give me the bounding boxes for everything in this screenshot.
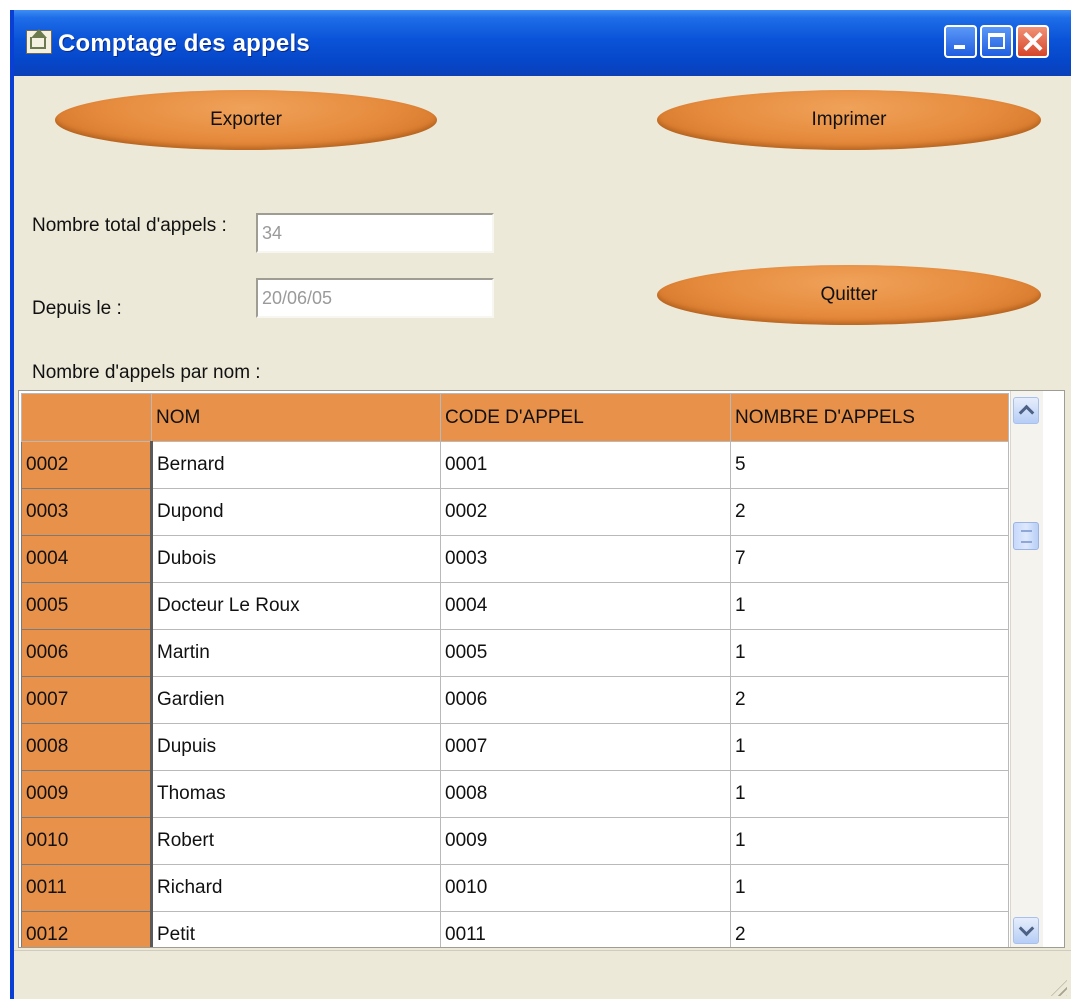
- call-code-cell[interactable]: 0011: [440, 911, 731, 947]
- column-header-call-code[interactable]: CODE D'APPEL: [440, 393, 731, 442]
- call-code-cell[interactable]: 0008: [440, 770, 731, 818]
- call-count-cell[interactable]: 1: [730, 864, 1009, 912]
- name-cell[interactable]: Dupond: [151, 488, 441, 536]
- calls-grid[interactable]: NOM CODE D'APPEL NOMBRE D'APPELS 0002 Be…: [18, 390, 1065, 948]
- call-count-cell[interactable]: 2: [730, 676, 1009, 724]
- call-count-cell[interactable]: 1: [730, 770, 1009, 818]
- table-row[interactable]: 0010 Robert 0009 1: [21, 817, 1009, 865]
- resize-grip-icon[interactable]: [1051, 980, 1067, 996]
- column-header-call-count[interactable]: NOMBRE D'APPELS: [730, 393, 1009, 442]
- row-id-cell[interactable]: 0007: [21, 676, 153, 724]
- call-count-cell[interactable]: 5: [730, 441, 1009, 489]
- name-cell[interactable]: Bernard: [151, 441, 441, 489]
- export-button[interactable]: Exporter: [55, 90, 437, 150]
- scroll-down-icon[interactable]: [1013, 917, 1039, 944]
- header-row: NOM CODE D'APPEL NOMBRE D'APPELS: [21, 393, 1009, 442]
- home-icon: [26, 29, 52, 54]
- total-calls-label: Nombre total d'appels :: [32, 215, 227, 236]
- scroll-up-icon[interactable]: [1013, 397, 1039, 424]
- column-header-row-id[interactable]: [21, 393, 152, 442]
- maximize-button[interactable]: [980, 25, 1013, 58]
- table-row[interactable]: 0009 Thomas 0008 1: [21, 770, 1009, 818]
- name-cell[interactable]: Petit: [151, 911, 441, 947]
- calls-table: NOM CODE D'APPEL NOMBRE D'APPELS 0002 Be…: [21, 393, 1009, 947]
- row-id-cell[interactable]: 0012: [21, 911, 153, 947]
- row-id-cell[interactable]: 0006: [21, 629, 153, 677]
- call-code-cell[interactable]: 0005: [440, 629, 731, 677]
- main-window: Comptage des appels Exporter Imprimer No…: [10, 10, 1071, 999]
- name-cell[interactable]: Thomas: [151, 770, 441, 818]
- call-count-cell[interactable]: 2: [730, 911, 1009, 947]
- table-row[interactable]: 0007 Gardien 0006 2: [21, 676, 1009, 724]
- table-row[interactable]: 0011 Richard 0010 1: [21, 864, 1009, 912]
- table-row[interactable]: 0006 Martin 0005 1: [21, 629, 1009, 677]
- call-count-cell[interactable]: 2: [730, 488, 1009, 536]
- table-row[interactable]: 0002 Bernard 0001 5: [21, 441, 1009, 489]
- call-count-cell[interactable]: 7: [730, 535, 1009, 583]
- window-title: Comptage des appels: [58, 30, 310, 57]
- call-code-cell[interactable]: 0002: [440, 488, 731, 536]
- call-code-cell[interactable]: 0010: [440, 864, 731, 912]
- table-row[interactable]: 0005 Docteur Le Roux 0004 1: [21, 582, 1009, 630]
- call-code-cell[interactable]: 0009: [440, 817, 731, 865]
- row-id-cell[interactable]: 0003: [21, 488, 153, 536]
- row-id-cell[interactable]: 0011: [21, 864, 153, 912]
- column-header-name[interactable]: NOM: [151, 393, 441, 442]
- call-count-cell[interactable]: 1: [730, 817, 1009, 865]
- grid-caption: Nombre d'appels par nom :: [32, 362, 261, 383]
- row-id-cell[interactable]: 0005: [21, 582, 153, 630]
- call-code-cell[interactable]: 0003: [440, 535, 731, 583]
- call-code-cell[interactable]: 0004: [440, 582, 731, 630]
- name-cell[interactable]: Martin: [151, 629, 441, 677]
- total-calls-field[interactable]: 34: [256, 213, 494, 253]
- minimize-button[interactable]: [944, 25, 977, 58]
- row-id-cell[interactable]: 0009: [21, 770, 153, 818]
- table-row[interactable]: 0003 Dupond 0002 2: [21, 488, 1009, 536]
- row-id-cell[interactable]: 0004: [21, 535, 153, 583]
- since-date-field[interactable]: 20/06/05: [256, 278, 494, 318]
- name-cell[interactable]: Dupuis: [151, 723, 441, 771]
- table-row[interactable]: 0012 Petit 0011 2: [21, 911, 1009, 947]
- table-row[interactable]: 0004 Dubois 0003 7: [21, 535, 1009, 583]
- since-date-label: Depuis le :: [32, 298, 122, 319]
- name-cell[interactable]: Richard: [151, 864, 441, 912]
- name-cell[interactable]: Gardien: [151, 676, 441, 724]
- row-id-cell[interactable]: 0008: [21, 723, 153, 771]
- name-cell[interactable]: Docteur Le Roux: [151, 582, 441, 630]
- call-code-cell[interactable]: 0006: [440, 676, 731, 724]
- vertical-scrollbar[interactable]: [1010, 391, 1043, 947]
- call-count-cell[interactable]: 1: [730, 629, 1009, 677]
- print-button[interactable]: Imprimer: [657, 90, 1041, 150]
- row-id-cell[interactable]: 0002: [21, 441, 153, 489]
- row-id-cell[interactable]: 0010: [21, 817, 153, 865]
- name-cell[interactable]: Dubois: [151, 535, 441, 583]
- quit-button[interactable]: Quitter: [657, 265, 1041, 325]
- scroll-thumb[interactable]: [1013, 522, 1039, 550]
- call-count-cell[interactable]: 1: [730, 582, 1009, 630]
- status-bar: [14, 950, 1071, 999]
- close-button[interactable]: [1016, 25, 1049, 58]
- call-code-cell[interactable]: 0001: [440, 441, 731, 489]
- call-code-cell[interactable]: 0007: [440, 723, 731, 771]
- name-cell[interactable]: Robert: [151, 817, 441, 865]
- call-count-cell[interactable]: 1: [730, 723, 1009, 771]
- title-bar[interactable]: Comptage des appels: [14, 10, 1071, 76]
- table-row[interactable]: 0008 Dupuis 0007 1: [21, 723, 1009, 771]
